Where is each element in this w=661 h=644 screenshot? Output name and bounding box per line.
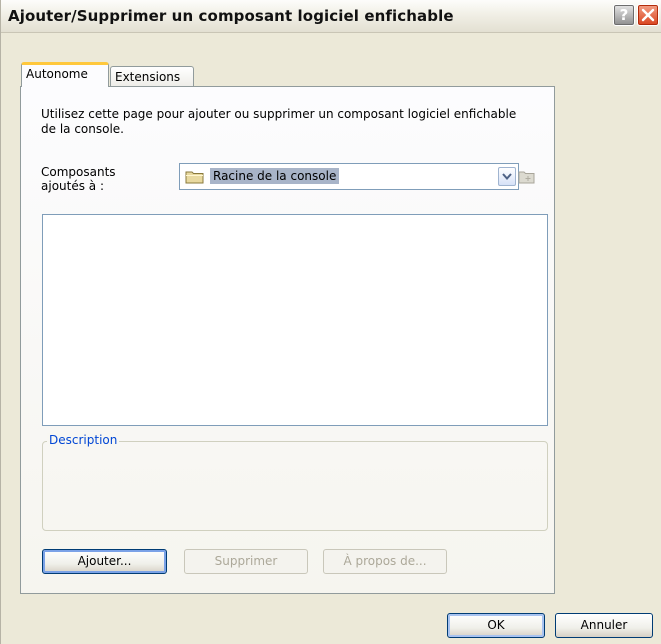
tab-autonome[interactable]: Autonome	[21, 62, 109, 87]
snapin-list[interactable]	[42, 214, 548, 426]
description-label: Description	[47, 433, 120, 447]
chevron-down-icon	[502, 173, 512, 181]
remove-button[interactable]: Supprimer	[184, 549, 308, 574]
tab-panel-autonome: Utilisez cette page pour ajouter ou supp…	[20, 86, 555, 594]
console-root-combobox[interactable]: Racine de la console	[179, 163, 519, 190]
combo-value: Racine de la console	[210, 168, 340, 184]
about-button[interactable]: À propos de...	[323, 549, 447, 574]
close-button[interactable]	[637, 4, 659, 26]
description-groupbox: Description	[42, 433, 548, 531]
window-title: Ajouter/Supprimer un composant logiciel …	[8, 7, 454, 25]
add-button[interactable]: Ajouter...	[42, 549, 167, 574]
intro-text: Utilisez cette page pour ajouter ou supp…	[41, 107, 517, 136]
snapin-dialog: Ajouter/Supprimer un composant logiciel …	[0, 0, 661, 644]
tab-extensions[interactable]: Extensions	[110, 66, 194, 88]
components-label: Composants ajoutés à :	[41, 165, 116, 193]
ok-button[interactable]: OK	[447, 613, 545, 638]
new-folder-icon[interactable]	[518, 169, 536, 185]
cancel-button[interactable]: Annuler	[555, 613, 653, 638]
folder-icon	[185, 171, 204, 184]
close-icon	[641, 8, 655, 22]
help-button[interactable]: ?	[613, 4, 635, 26]
title-bar[interactable]: Ajouter/Supprimer un composant logiciel …	[1, 0, 661, 33]
combo-dropdown-button[interactable]	[498, 167, 516, 186]
